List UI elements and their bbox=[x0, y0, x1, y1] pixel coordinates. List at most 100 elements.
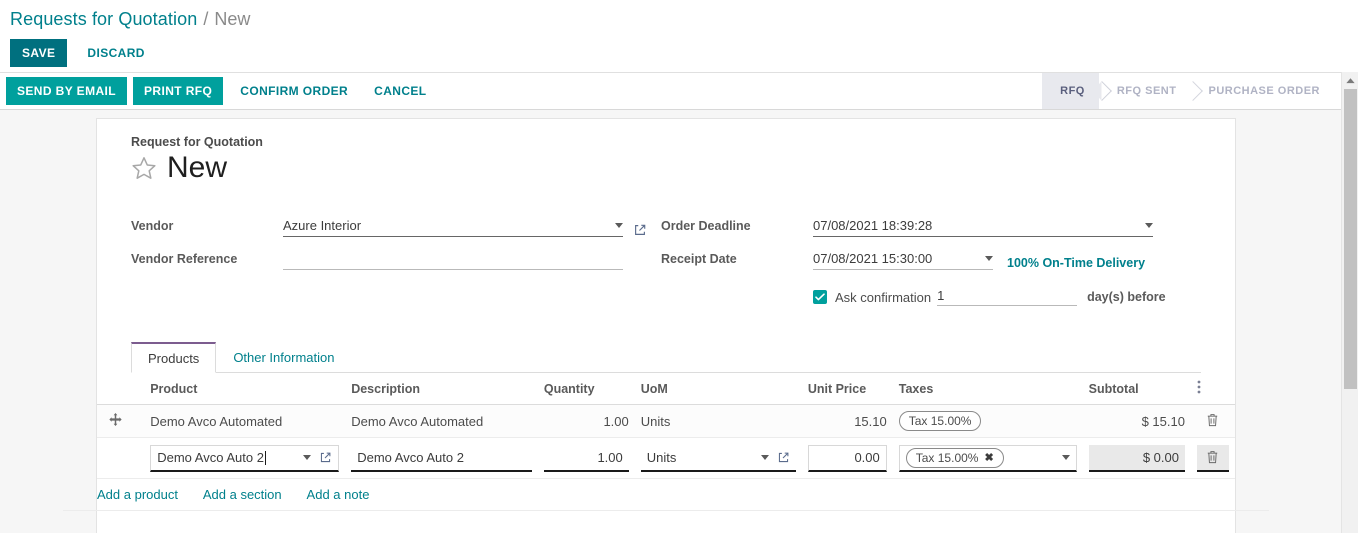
discard-button[interactable]: DISCARD bbox=[75, 39, 156, 67]
ask-confirmation-days-input[interactable]: 1 bbox=[937, 288, 1078, 306]
form-column-left: Vendor Azure Interior Vendor Reference bbox=[131, 209, 661, 311]
product-input[interactable]: Demo Avco Auto 2 bbox=[150, 444, 340, 472]
vendor-external-link-icon[interactable] bbox=[633, 223, 647, 237]
col-unit-price[interactable]: Unit Price bbox=[801, 373, 893, 405]
field-ask-confirmation-row: Ask confirmation 1 day(s) before bbox=[661, 278, 1191, 306]
chevron-down-icon[interactable] bbox=[1061, 455, 1070, 460]
chevron-down-icon[interactable] bbox=[760, 454, 769, 460]
cell-unit-price[interactable]: 0.00 bbox=[801, 437, 893, 479]
ask-confirmation-label: Ask confirmation bbox=[835, 289, 932, 305]
order-deadline-input[interactable]: 07/08/2021 18:39:28 bbox=[813, 218, 1153, 237]
record-save-bar: SAVE DISCARD bbox=[0, 34, 1358, 72]
cell-description[interactable]: Demo Avco Automated bbox=[345, 404, 538, 438]
tab-products[interactable]: Products bbox=[131, 342, 217, 373]
save-button[interactable]: SAVE bbox=[10, 39, 68, 67]
field-vendor-reference-row: Vendor Reference bbox=[131, 242, 661, 270]
unit-price-input[interactable]: 0.00 bbox=[807, 444, 887, 472]
cell-subtotal: $ 15.10 bbox=[1082, 404, 1191, 438]
tax-badge[interactable]: Tax 15.00% bbox=[898, 411, 982, 431]
cell-quantity[interactable]: 1.00 bbox=[537, 404, 635, 438]
scroll-up-arrow-icon[interactable] bbox=[1342, 72, 1358, 89]
cell-product[interactable]: Demo Avco Automated bbox=[144, 404, 346, 438]
chevron-down-icon[interactable] bbox=[615, 223, 623, 228]
form-body: Request for Quotation New Vendor Azure I… bbox=[0, 110, 1358, 533]
ask-confirmation-checkbox[interactable] bbox=[813, 290, 827, 304]
scrollbar-thumb[interactable] bbox=[1343, 89, 1357, 389]
order-deadline-value: 07/08/2021 18:39:28 bbox=[813, 218, 933, 233]
cancel-button[interactable]: CANCEL bbox=[363, 77, 437, 105]
tax-badge[interactable]: Tax 15.00% ✖ bbox=[905, 447, 1004, 468]
quantity-input[interactable]: 1.00 bbox=[543, 444, 629, 472]
record-title-row: New bbox=[131, 153, 1201, 183]
trash-icon[interactable] bbox=[1206, 413, 1219, 427]
vendor-value: Azure Interior bbox=[283, 218, 362, 233]
subtotal-value: $ 0.00 bbox=[1088, 444, 1185, 472]
taxes-input[interactable]: Tax 15.00% ✖ bbox=[898, 444, 1077, 472]
col-uom[interactable]: UoM bbox=[634, 373, 802, 405]
breadcrumb-root-link[interactable]: Requests for Quotation bbox=[10, 9, 197, 30]
send-by-email-button[interactable]: SEND BY EMAIL bbox=[6, 77, 127, 105]
status-step-purchase-order[interactable]: PURCHASE ORDER bbox=[1190, 73, 1334, 109]
order-lines-table-wrapper: Product Description Quantity UoM Unit Pr… bbox=[63, 373, 1269, 511]
col-subtotal[interactable]: Subtotal bbox=[1082, 373, 1191, 405]
print-rfq-button[interactable]: PRINT RFQ bbox=[133, 77, 224, 105]
tab-other-information[interactable]: Other Information bbox=[216, 342, 351, 373]
status-bar: RFQ RFQ SENT PURCHASE ORDER bbox=[1042, 73, 1334, 109]
add-a-note-link[interactable]: Add a note bbox=[307, 487, 370, 502]
col-quantity[interactable]: Quantity bbox=[537, 373, 635, 405]
cell-product[interactable]: Demo Avco Auto 2 bbox=[144, 437, 346, 479]
add-line-links: Add a product Add a section Add a note bbox=[63, 479, 1269, 511]
trash-icon[interactable] bbox=[1206, 450, 1219, 464]
vendor-input[interactable]: Azure Interior bbox=[283, 218, 623, 237]
col-taxes[interactable]: Taxes bbox=[892, 373, 1083, 405]
cell-quantity[interactable]: 1.00 bbox=[537, 437, 635, 479]
optional-columns-icon[interactable] bbox=[1190, 373, 1235, 405]
receipt-date-label: Receipt Date bbox=[661, 252, 737, 266]
order-lines-table: Product Description Quantity UoM Unit Pr… bbox=[97, 373, 1235, 479]
chevron-down-icon[interactable] bbox=[1145, 223, 1153, 228]
uom-input[interactable]: Units bbox=[640, 444, 796, 472]
product-external-link-icon[interactable] bbox=[319, 451, 332, 464]
cell-taxes[interactable]: Tax 15.00% bbox=[892, 404, 1083, 438]
add-a-product-link[interactable]: Add a product bbox=[97, 487, 178, 502]
vertical-scrollbar[interactable] bbox=[1341, 72, 1358, 533]
row-drag-handle[interactable] bbox=[97, 404, 145, 438]
row-drag-handle[interactable] bbox=[97, 437, 145, 479]
cell-uom[interactable]: Units bbox=[634, 437, 802, 479]
uom-external-link-icon[interactable] bbox=[777, 451, 790, 464]
status-step-rfq[interactable]: RFQ bbox=[1042, 73, 1099, 109]
field-receipt-date-row: Receipt Date 07/08/2021 15:30:00 100% On… bbox=[661, 242, 1191, 270]
text-caret bbox=[264, 450, 266, 465]
col-description[interactable]: Description bbox=[345, 373, 538, 405]
page-title: New bbox=[167, 151, 228, 184]
vendor-reference-input[interactable] bbox=[283, 246, 623, 270]
star-outline-icon[interactable] bbox=[131, 155, 157, 181]
breadcrumb-current: New bbox=[214, 8, 251, 29]
col-product[interactable]: Product bbox=[144, 373, 346, 405]
drag-handle-icon[interactable] bbox=[109, 413, 122, 426]
form-fields: Vendor Azure Interior Vendor Reference O… bbox=[131, 209, 1201, 311]
table-row[interactable]: Demo Avco Auto 2 Demo Avco Auto 2 1.00 U… bbox=[97, 437, 1235, 479]
chevron-down-icon[interactable] bbox=[303, 455, 312, 460]
add-a-section-link[interactable]: Add a section bbox=[203, 487, 282, 502]
status-step-rfq-sent[interactable]: RFQ SENT bbox=[1098, 73, 1191, 109]
action-bar: SEND BY EMAIL PRINT RFQ CONFIRM ORDER CA… bbox=[0, 72, 1358, 110]
table-header-row: Product Description Quantity UoM Unit Pr… bbox=[97, 373, 1235, 405]
description-input[interactable]: Demo Avco Auto 2 bbox=[351, 444, 532, 472]
cell-taxes[interactable]: Tax 15.00% ✖ bbox=[892, 437, 1083, 479]
notebook: Products Other Information Product Descr… bbox=[63, 341, 1269, 511]
tax-badge-remove-icon[interactable]: ✖ bbox=[984, 450, 993, 466]
cell-delete[interactable] bbox=[1190, 404, 1235, 438]
cell-delete[interactable] bbox=[1190, 437, 1235, 479]
confirm-order-button[interactable]: CONFIRM ORDER bbox=[229, 77, 359, 105]
on-time-delivery-link[interactable]: 100% On-Time Delivery bbox=[1007, 256, 1145, 270]
uom-value: Units bbox=[646, 449, 677, 465]
cell-unit-price[interactable]: 15.10 bbox=[801, 404, 893, 438]
cell-uom[interactable]: Units bbox=[634, 404, 802, 438]
table-row[interactable]: Demo Avco Automated Demo Avco Automated … bbox=[97, 404, 1235, 438]
tax-badge-label: Tax 15.00% bbox=[908, 414, 972, 428]
chevron-down-icon[interactable] bbox=[985, 256, 993, 261]
delete-line-button[interactable] bbox=[1196, 444, 1229, 472]
receipt-date-input[interactable]: 07/08/2021 15:30:00 bbox=[813, 251, 993, 270]
cell-description[interactable]: Demo Avco Auto 2 bbox=[345, 437, 538, 479]
